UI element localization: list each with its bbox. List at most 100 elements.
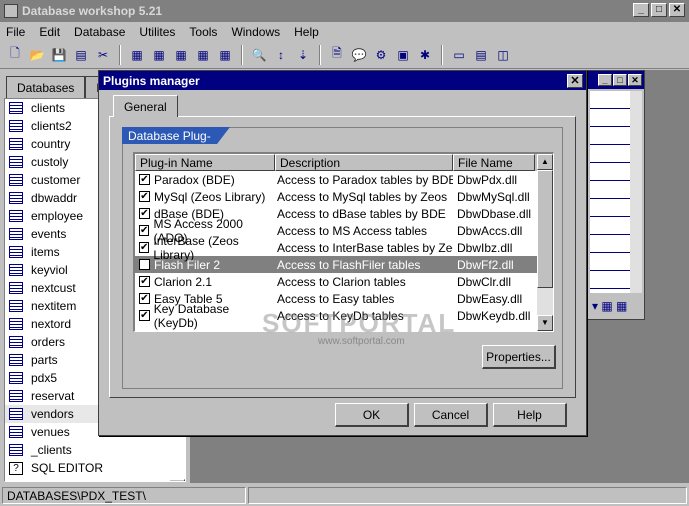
table-icon [9, 426, 23, 438]
menu-tools[interactable]: Tools [189, 25, 217, 39]
plugins-manager-dialog: Plugins manager ✕ General Database Plug-… [98, 70, 587, 436]
table-row-selected[interactable]: Flash Filer 2 Access to FlashFiler tables… [135, 256, 553, 273]
cascade-icon[interactable]: ▭ [448, 44, 470, 66]
table-edit-icon[interactable]: ▦ [148, 44, 170, 66]
grid-nav-icon[interactable]: ▾ ▦ ▦ [592, 299, 627, 313]
save-icon[interactable]: 💾 [48, 44, 70, 66]
status-path: DATABASES\PDX_TEST\ [2, 486, 246, 504]
plugin-checkbox[interactable]: ✔ [139, 310, 150, 321]
scroll-up-icon[interactable]: ▲ [537, 154, 553, 170]
sql-icon[interactable]: 🗎 [326, 44, 348, 66]
status-pane [248, 486, 687, 504]
column-plugin-name[interactable]: Plug-in Name [135, 154, 275, 171]
plugin-checkbox[interactable]: ✔ [139, 276, 150, 287]
cut-icon[interactable]: ✂ [92, 44, 114, 66]
plugin-checkbox[interactable]: ✔ [139, 191, 150, 202]
maximize-button[interactable]: □ [651, 3, 667, 17]
scroll-down-icon[interactable]: ▼ [537, 315, 553, 331]
child-close-button[interactable]: ✕ [628, 74, 642, 86]
print-icon[interactable]: ▤ [70, 44, 92, 66]
watermark: SOFTPORTAL [262, 308, 457, 338]
find-icon[interactable]: 🔍 [248, 44, 270, 66]
table-icon [9, 300, 23, 312]
menu-help[interactable]: Help [294, 25, 319, 39]
scroll-thumb[interactable] [537, 170, 553, 288]
table-icon [9, 336, 23, 348]
toolbar: 🗋 📂 💾 ▤ ✂ ▦ ▦ ▦ ▦ ▦ 🔍 ↕ ⇣ 🗎 💬 ⚙ ▣ ✱ ▭ ▤ … [0, 41, 689, 69]
table-row[interactable]: ✔ MySql (Zeos Library) Access to MySql tab… [135, 188, 553, 205]
ok-button[interactable]: OK [335, 403, 409, 427]
question-icon: ? [9, 461, 23, 475]
table-icon [9, 372, 23, 384]
menu-utilites[interactable]: Utilites [139, 25, 175, 39]
menu-file[interactable]: File [6, 25, 25, 39]
table-icon [9, 390, 23, 402]
table-icon [9, 156, 23, 168]
plugin-checkbox[interactable]: ✔ [139, 242, 150, 253]
tab-page: Database Plug-ins Plug-in Name Descripti… [109, 116, 576, 398]
plugin-icon[interactable]: ⚙ [370, 44, 392, 66]
child-minimize-button[interactable]: _ [598, 74, 612, 86]
tab-databases[interactable]: Databases [6, 76, 86, 98]
child-maximize-button[interactable]: □ [613, 74, 627, 86]
dialog-title-bar: Plugins manager ✕ [99, 71, 586, 90]
table-row[interactable]: ✔ Clarion 2.1 Access to Clarion tables DbwC… [135, 273, 553, 290]
table-row[interactable]: ✔ Paradox (BDE) Access to Paradox tables b… [135, 171, 553, 188]
column-description[interactable]: Description [275, 154, 453, 171]
table-delete-icon[interactable]: ▦ [192, 44, 214, 66]
cancel-button[interactable]: Cancel [414, 403, 488, 427]
table-icon [9, 318, 23, 330]
app-icon [4, 4, 18, 18]
table-row[interactable]: ✔ InterBase (Zeos Library) Access to Inter… [135, 234, 553, 262]
plugins-listview[interactable]: Plug-in Name Description File Name ✔ Para… [133, 152, 554, 332]
group-header: Database Plug-ins [122, 127, 230, 144]
help-button[interactable]: Help [493, 403, 567, 427]
table-icon [9, 408, 23, 420]
sort-az-icon[interactable]: ↕ [270, 44, 292, 66]
comment-icon[interactable]: 💬 [348, 44, 370, 66]
table-window: _ □ ✕ ▾ ▦ ▦ [587, 70, 645, 320]
grid-scrollbar[interactable] [630, 91, 642, 293]
table-icon [9, 174, 23, 186]
find-next-icon[interactable]: ⇣ [292, 44, 314, 66]
menu-database[interactable]: Database [74, 25, 125, 39]
sql-editor-item[interactable]: ? SQL EDITOR [5, 459, 185, 477]
list-item[interactable]: _clients [5, 441, 185, 459]
dialog-title: Plugins manager [103, 73, 200, 88]
menu-windows[interactable]: Windows [231, 25, 280, 39]
table-icon [9, 192, 23, 204]
table-icon [9, 228, 23, 240]
plugin-checkbox[interactable] [139, 259, 150, 270]
table-icon [9, 246, 23, 258]
table-icon [9, 444, 23, 456]
data-grid[interactable] [590, 91, 632, 293]
properties-button[interactable]: Properties... [482, 345, 556, 369]
app-title-bar: Database workshop 5.21 _ □ ✕ [0, 0, 689, 22]
tab-general[interactable]: General [113, 95, 178, 117]
tools-icon[interactable]: ✱ [414, 44, 436, 66]
table-icon [9, 282, 23, 294]
table-icon[interactable]: ▦ [126, 44, 148, 66]
status-bar: DATABASES\PDX_TEST\ [0, 484, 689, 506]
plugin-checkbox[interactable]: ✔ [139, 174, 150, 185]
new-icon[interactable]: 🗋 [4, 44, 26, 66]
report-icon[interactable]: ▣ [392, 44, 414, 66]
table-icon [9, 354, 23, 366]
table-add-icon[interactable]: ▦ [170, 44, 192, 66]
listview-scrollbar[interactable]: ▲ ▼ [537, 154, 553, 331]
app-title: Database workshop 5.21 [22, 4, 163, 18]
table-icon [9, 264, 23, 276]
tile-vertical-icon[interactable]: ◫ [492, 44, 514, 66]
scroll-down-button[interactable]: ▼ [169, 479, 185, 481]
table-copy-icon[interactable]: ▦ [214, 44, 236, 66]
open-icon[interactable]: 📂 [26, 44, 48, 66]
table-icon [9, 210, 23, 222]
column-file-name[interactable]: File Name [453, 154, 535, 171]
table-icon [9, 138, 23, 150]
menu-edit[interactable]: Edit [39, 25, 60, 39]
tile-horizontal-icon[interactable]: ▤ [470, 44, 492, 66]
menu-bar: File Edit Database Utilites Tools Window… [0, 22, 689, 41]
dialog-close-icon[interactable]: ✕ [567, 74, 583, 88]
close-button[interactable]: ✕ [669, 3, 685, 17]
minimize-button[interactable]: _ [633, 3, 649, 17]
